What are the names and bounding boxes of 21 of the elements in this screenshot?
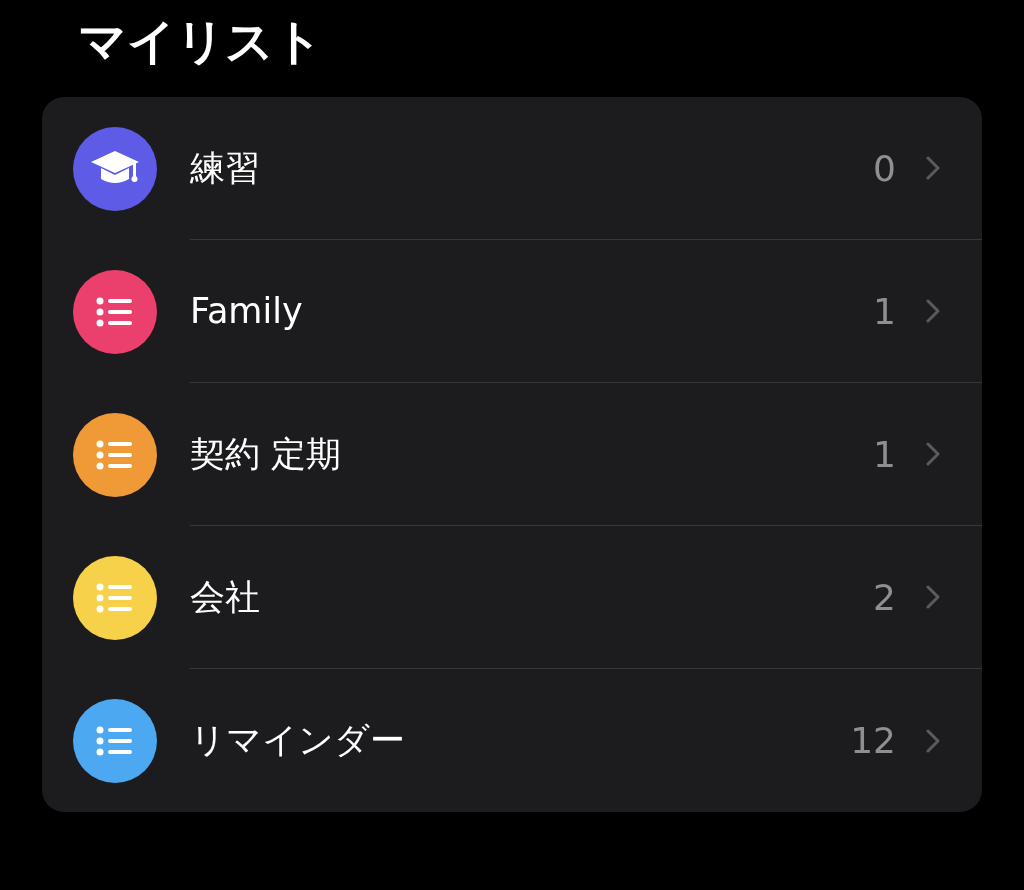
list-row[interactable]: Family 1 (42, 240, 982, 383)
list-row[interactable]: リマインダー 12 (42, 669, 982, 812)
list-row[interactable]: 契約 定期 1 (42, 383, 982, 526)
chevron-right-icon (926, 156, 940, 180)
section-title: マイリスト (78, 12, 323, 70)
item-count: 12 (850, 720, 896, 761)
list-name: 練習 (190, 146, 261, 190)
list-name: 会社 (190, 575, 261, 619)
chevron-right-icon (926, 585, 940, 609)
list-name: リマインダー (190, 719, 406, 762)
item-count: 1 (873, 290, 896, 332)
item-count: 2 (873, 576, 896, 618)
chevron-right-icon (926, 728, 940, 753)
list-row[interactable]: 練習 0 (42, 97, 982, 240)
list-name: 契約 定期 (190, 432, 343, 476)
item-count: 1 (873, 433, 896, 475)
list-row[interactable]: 会社 2 (42, 526, 982, 669)
chevron-right-icon (926, 442, 940, 466)
list-name: Family (190, 291, 304, 331)
item-count: 0 (873, 147, 896, 189)
chevron-right-icon (926, 299, 940, 323)
